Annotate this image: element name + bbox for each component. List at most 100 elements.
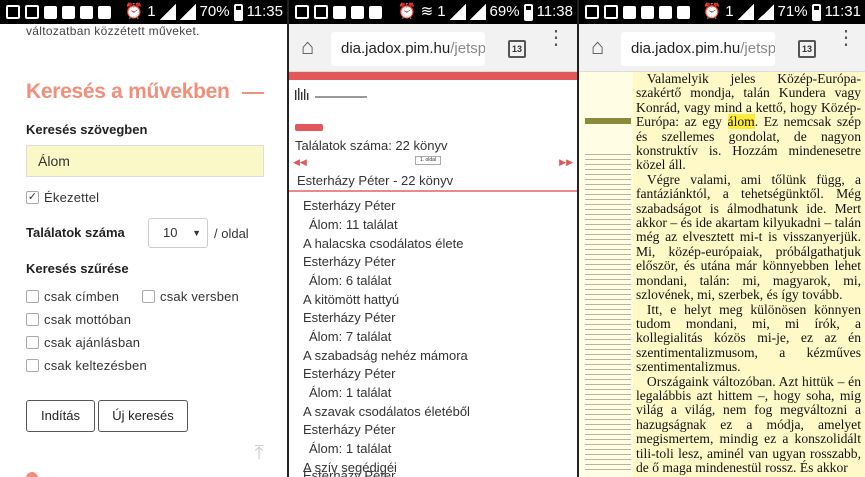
- book-paragraph: Valamelyik jeles Közép-Európa-szakértő m…: [636, 72, 861, 173]
- results-count-value: 10: [163, 225, 178, 240]
- sim-indicator: 1: [437, 3, 446, 20]
- results-count-label: Találatok száma: [26, 225, 125, 240]
- filter-motto-checkbox[interactable]: csak mottóban: [26, 312, 131, 327]
- sim-indicator: 1: [147, 3, 156, 20]
- url-host: dia.jadox.pim.hu: [341, 40, 451, 57]
- checkbox-icon[interactable]: [26, 359, 39, 372]
- checkbox-icon[interactable]: [26, 290, 39, 303]
- result-author: Esterházy Péter: [303, 310, 396, 325]
- signal-icon: [469, 4, 486, 20]
- clock: 11:35: [246, 3, 283, 20]
- home-icon[interactable]: ⌂: [591, 36, 611, 58]
- checkbox-icon[interactable]: [26, 313, 39, 326]
- per-page-label: / oldal: [214, 226, 249, 241]
- search-input[interactable]: Álom: [26, 145, 264, 177]
- first-page-icon[interactable]: ◀◀: [293, 157, 307, 168]
- alarm-icon: ⏰: [124, 3, 144, 20]
- start-button[interactable]: Indítás: [26, 400, 95, 432]
- filter-label-2: csak mottóban: [44, 312, 132, 327]
- overflow-menu-icon[interactable]: ⋮: [546, 28, 566, 62]
- url-bar[interactable]: dia.jadox.pim.hu/jetsp: [331, 32, 485, 66]
- download-icon: [677, 5, 690, 19]
- result-hits[interactable]: Álom: 1 találat: [309, 385, 391, 400]
- phone-screen-search-form: ⏰ 1 70% 11:35 változatban közzétett műve…: [0, 0, 287, 477]
- site-top-bar: [289, 72, 577, 80]
- site-logo-icon: [295, 88, 367, 100]
- new-search-button[interactable]: Új keresés: [98, 400, 188, 432]
- book-paragraph: Végre valami, ami tőlünk függ, a fantázi…: [636, 171, 861, 303]
- url-path: /jetsp: [740, 40, 775, 57]
- new-search-mini-button[interactable]: [295, 124, 323, 131]
- plus-icon: [295, 5, 309, 19]
- results-count-select[interactable]: 10 ▼: [148, 218, 208, 248]
- alarm-icon: ⏰: [397, 3, 417, 20]
- accent-checkbox[interactable]: ✓ Ékezettel: [26, 190, 99, 205]
- status-bar: ⏰ 1 70% 11:35: [0, 0, 287, 24]
- result-title[interactable]: A halacska csodálatos élete: [303, 236, 463, 251]
- page-title: Keresés a művekben: [26, 80, 230, 103]
- filter-label-1: csak versben: [160, 289, 239, 304]
- result-title[interactable]: A szabadság nehéz mámora: [303, 348, 468, 363]
- facebook-icon: [80, 5, 93, 19]
- result-title[interactable]: A kitömött hattyú: [303, 292, 399, 307]
- hit-count: Találatok száma: 22 könyv: [295, 138, 448, 153]
- facebook-icon: [659, 5, 672, 19]
- result-hits[interactable]: Álom: 1 találat: [309, 441, 391, 456]
- book-paragraph: Országaink változóban. Azt hittük – én l…: [636, 373, 861, 475]
- checkbox-icon[interactable]: [142, 290, 155, 303]
- pagination: ◀◀ 1. oldal ▶▶: [289, 156, 577, 168]
- signal-icon: [159, 4, 176, 20]
- facebook-icon: [351, 5, 364, 19]
- checkbox-icon[interactable]: [26, 336, 39, 349]
- reader-page: Valamelyik jeles Közép-Európa-szakértő m…: [579, 72, 865, 477]
- result-author: Esterházy Péter: [303, 468, 396, 477]
- tab-count-button[interactable]: 13: [508, 40, 526, 58]
- browser-toolbar: ⌂ dia.jadox.pim.hu/jetsp 13 ⋮: [579, 24, 865, 72]
- battery-icon: [811, 3, 821, 21]
- result-author: Esterházy Péter: [303, 366, 396, 381]
- checkbox-checked-icon[interactable]: ✓: [26, 191, 39, 204]
- page-select[interactable]: 1. oldal: [415, 156, 441, 165]
- filter-label-3: csak ajánlásban: [44, 335, 141, 350]
- result-hits[interactable]: Álom: 11 találat: [309, 217, 398, 232]
- filter-label-4: csak keltezésben: [44, 358, 147, 373]
- filter-dedication-checkbox[interactable]: csak ajánlásban: [26, 335, 140, 350]
- last-page-icon[interactable]: ▶▶: [559, 157, 573, 168]
- accent-checkbox-label: Ékezettel: [44, 190, 100, 205]
- filter-dating-checkbox[interactable]: csak keltezésben: [26, 358, 147, 373]
- toc-toolbar[interactable]: [585, 118, 631, 124]
- filter-title-checkbox[interactable]: csak címben: [26, 289, 119, 304]
- search-form: változatban közzétett műveket. Keresés a…: [0, 24, 287, 477]
- scroll-top-icon[interactable]: ⤒: [250, 442, 268, 464]
- filter-label-0: csak címben: [44, 289, 120, 304]
- url-bar[interactable]: dia.jadox.pim.hu/jetsp: [621, 32, 775, 66]
- decor-mark: [26, 472, 38, 477]
- result-hits[interactable]: Álom: 6 találat: [309, 273, 391, 288]
- table-of-contents: [579, 72, 633, 477]
- phone-screen-results: ⏰ ≋ 1 69% 11:38 ⌂ dia.jadox.pim.hu/jetsp…: [289, 0, 577, 477]
- facebook-icon: [44, 5, 57, 19]
- wifi-icon: ≋: [420, 3, 434, 20]
- tab-count-button[interactable]: 13: [798, 40, 816, 58]
- browser-toolbar: ⌂ dia.jadox.pim.hu/jetsp 13 ⋮: [289, 24, 577, 72]
- result-hits[interactable]: Álom: 7 találat: [309, 329, 391, 344]
- toc-list[interactable]: [585, 152, 631, 472]
- download-icon: [98, 5, 111, 19]
- clock: 11:38: [536, 3, 573, 20]
- facebook-icon: [623, 5, 636, 19]
- filter-verse-checkbox[interactable]: csak versben: [142, 289, 239, 304]
- author-group-header[interactable]: Esterházy Péter - 22 könyv: [289, 170, 577, 192]
- battery-icon: [233, 3, 243, 21]
- battery-icon: [523, 3, 533, 21]
- signal-icon: [179, 4, 196, 20]
- result-author: Esterházy Péter: [303, 422, 396, 437]
- overflow-menu-icon[interactable]: ⋮: [836, 28, 856, 62]
- book-text: Valamelyik jeles Közép-Európa-szakértő m…: [633, 72, 865, 477]
- status-bar: ⏰ ≋ 1 69% 11:38: [289, 0, 577, 24]
- facebook-icon: [369, 5, 382, 19]
- signal-icon: [449, 4, 466, 20]
- home-icon[interactable]: ⌂: [301, 36, 321, 58]
- notification-icon: [314, 5, 328, 19]
- result-title[interactable]: A szavak csodálatos életéből: [303, 404, 470, 419]
- title-dash: [242, 92, 264, 94]
